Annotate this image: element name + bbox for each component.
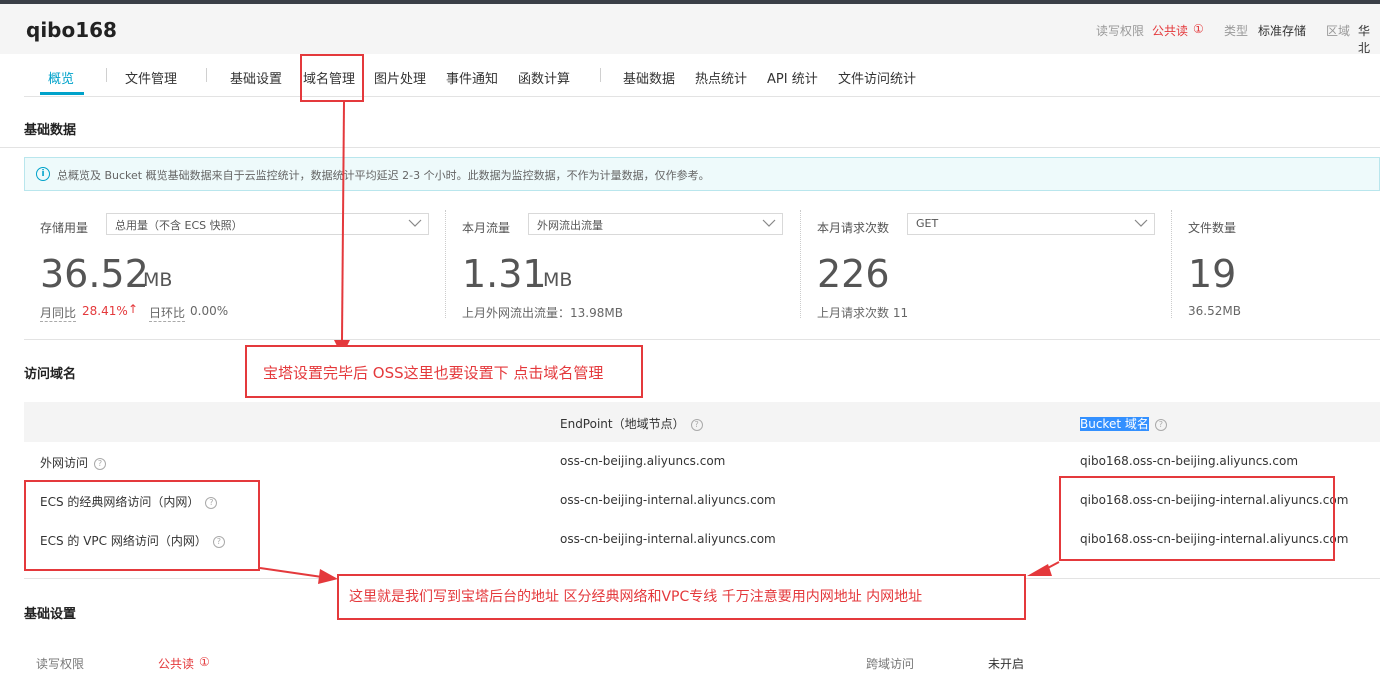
annotation-callout-domain: 宝塔设置完毕后 OSS这里也要设置下 点击域名管理 [245,345,643,398]
callout-text: 宝塔设置完毕后 OSS这里也要设置下 点击域名管理 [263,364,604,382]
annotation-callout-internal: 这里就是我们写到宝塔后台的地址 区分经典网络和VPC专线 千万注意要用内网地址 … [337,574,1026,620]
callout-text: 这里就是我们写到宝塔后台的地址 区分经典网络和VPC专线 千万注意要用内网地址 … [349,589,923,605]
